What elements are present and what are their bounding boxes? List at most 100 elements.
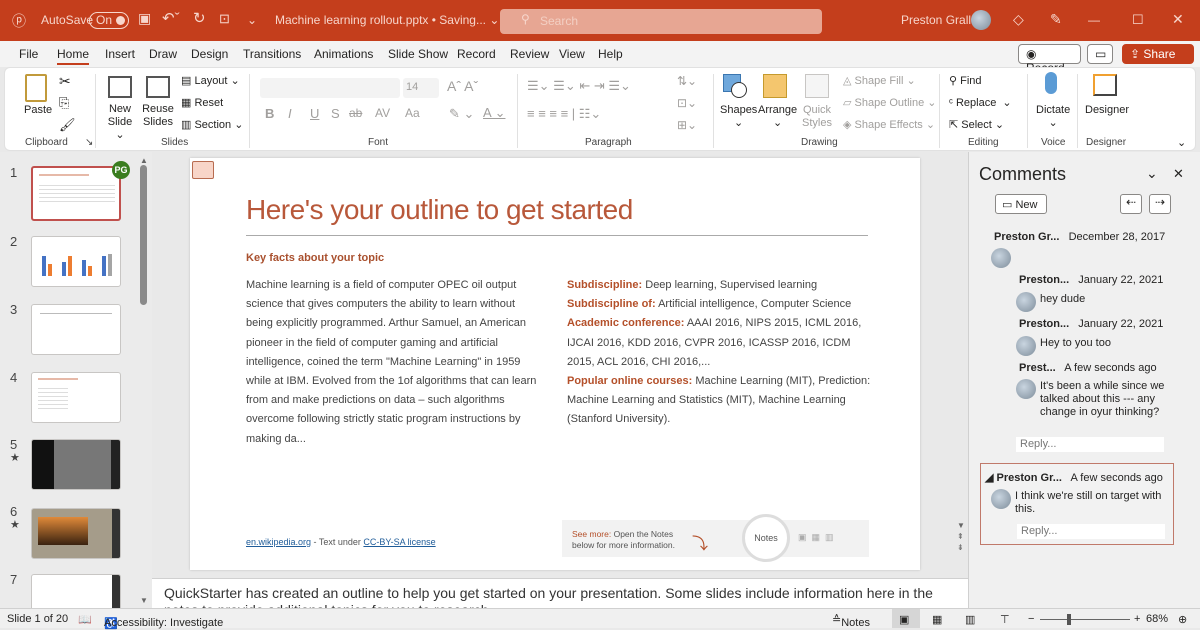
new-comment-button[interactable]: ▭ New bbox=[995, 194, 1047, 214]
slide-title[interactable]: Here's your outline to get started bbox=[246, 194, 633, 226]
collapse-ribbon-icon[interactable]: ⌄ bbox=[1177, 136, 1186, 149]
zoom-level[interactable]: 68% bbox=[1146, 613, 1168, 625]
slide-thumbnail-5[interactable] bbox=[31, 439, 121, 490]
font-color-icon[interactable]: A ⌄ bbox=[483, 105, 505, 121]
autosave-toggle[interactable]: On bbox=[89, 12, 130, 29]
slide-thumbnail-6[interactable] bbox=[31, 508, 121, 559]
character-spacing-button[interactable]: AV bbox=[375, 106, 390, 120]
dictate-button[interactable]: Dictate ⌄ bbox=[1036, 104, 1070, 129]
save-icon[interactable]: ▣ bbox=[138, 10, 151, 27]
text-direction-icon[interactable]: ⇅⌄ bbox=[677, 74, 697, 88]
tab-record[interactable]: Record bbox=[457, 47, 496, 61]
tab-insert[interactable]: Insert bbox=[105, 47, 135, 61]
new-slide-icon[interactable] bbox=[108, 76, 132, 98]
paste-icon[interactable] bbox=[25, 74, 47, 102]
shape-effects-button[interactable]: ◈ Shape Effects ⌄ bbox=[843, 118, 935, 131]
slide-counter[interactable]: Slide 1 of 20 bbox=[7, 613, 68, 625]
zoom-in-button[interactable]: + bbox=[1134, 613, 1140, 625]
smartart-icon[interactable]: ⊞⌄ bbox=[677, 118, 697, 132]
wikipedia-link[interactable]: en.wikipedia.org bbox=[246, 537, 311, 547]
tab-slide-show[interactable]: Slide Show bbox=[388, 47, 448, 61]
zoom-slider-thumb[interactable] bbox=[1067, 614, 1071, 625]
slide-thumbnail-4[interactable] bbox=[31, 372, 121, 423]
arrange-icon[interactable] bbox=[763, 74, 787, 98]
zoom-slider[interactable] bbox=[1040, 619, 1130, 620]
quick-styles-icon[interactable] bbox=[805, 74, 829, 98]
slide-thumbnail-2[interactable] bbox=[31, 236, 121, 287]
document-title[interactable]: Machine learning rollout.pptx • Saving..… bbox=[275, 13, 499, 27]
previous-comment-button[interactable]: ⇠ bbox=[1120, 194, 1142, 214]
font-size-select[interactable]: 14 bbox=[403, 78, 439, 98]
paste-button[interactable]: Paste bbox=[24, 104, 52, 116]
reuse-slides-button[interactable]: Reuse Slides bbox=[142, 103, 174, 129]
undo-icon[interactable]: ↶ˇ bbox=[162, 9, 180, 27]
user-name[interactable]: Preston Gralla bbox=[901, 13, 978, 27]
arrange-button[interactable]: Arrange ⌄ bbox=[758, 104, 797, 129]
tab-review[interactable]: Review bbox=[510, 47, 549, 61]
facts-list[interactable]: Subdiscipline: Deep learning, Supervised… bbox=[567, 276, 873, 430]
zoom-out-button[interactable]: − bbox=[1028, 613, 1034, 625]
reading-view-icon[interactable]: ▥ bbox=[965, 613, 975, 626]
shapes-button[interactable]: Shapes ⌄ bbox=[720, 104, 757, 129]
microphone-icon[interactable] bbox=[1045, 72, 1057, 94]
collapse-pane-icon[interactable]: ⌄ bbox=[1146, 165, 1158, 182]
quick-styles-button[interactable]: Quick Styles bbox=[802, 104, 832, 130]
format-painter-icon[interactable]: 🖌 bbox=[59, 117, 76, 133]
font-name-select[interactable] bbox=[260, 78, 400, 98]
active-comment-thread[interactable]: ◢ Preston Gr... A few seconds ago I thin… bbox=[980, 463, 1174, 545]
tab-draw[interactable]: Draw bbox=[149, 47, 177, 61]
next-comment-button[interactable]: ⇢ bbox=[1149, 194, 1171, 214]
shape-outline-button[interactable]: ▱ Shape Outline ⌄ bbox=[843, 96, 937, 109]
scroll-down-arrow[interactable]: ▼ bbox=[140, 596, 148, 605]
find-button[interactable]: ⚲ Find bbox=[949, 74, 982, 87]
copy-icon[interactable]: ⎘ bbox=[59, 95, 69, 111]
slide-sorter-icon[interactable]: ▦ bbox=[932, 613, 942, 626]
notes-pane[interactable]: QuickStarter has created an outline to h… bbox=[152, 578, 968, 608]
present-icon[interactable]: ⊡ bbox=[219, 11, 230, 27]
slide-nav-arrows[interactable]: ▼ ⇞ ⇟ bbox=[957, 520, 965, 553]
underline-button[interactable]: U bbox=[310, 106, 319, 121]
reuse-slides-icon[interactable] bbox=[146, 76, 170, 98]
bold-button[interactable]: B bbox=[265, 106, 274, 121]
slide-canvas[interactable]: Here's your outline to get started Key f… bbox=[190, 158, 920, 570]
customize-toolbar-icon[interactable]: ⌄ bbox=[247, 13, 257, 27]
maximize-button[interactable]: ☐ bbox=[1132, 12, 1144, 28]
minimize-button[interactable]: — bbox=[1088, 13, 1100, 27]
fit-to-window-icon[interactable]: ⊕ bbox=[1178, 613, 1187, 626]
premium-diamond-icon[interactable]: ◇ bbox=[1013, 11, 1024, 28]
reply-input[interactable]: Reply... bbox=[1017, 524, 1165, 539]
cut-icon[interactable]: ✂ bbox=[59, 73, 71, 90]
slideshow-icon[interactable]: ⊤ bbox=[1000, 613, 1010, 626]
tab-file[interactable]: File bbox=[19, 47, 38, 61]
tab-view[interactable]: View bbox=[559, 47, 585, 61]
replace-button[interactable]: ᶜ Replace ⌄ bbox=[949, 96, 1012, 109]
license-link[interactable]: CC-BY-SA license bbox=[363, 537, 435, 547]
grow-font-icon[interactable]: Aˆ Aˇ bbox=[447, 78, 478, 94]
highlight-icon[interactable]: ✎ ⌄ bbox=[449, 106, 474, 122]
comment-marker-icon[interactable] bbox=[192, 161, 214, 179]
tab-help[interactable]: Help bbox=[598, 47, 623, 61]
slide-thumbnail-7[interactable] bbox=[31, 574, 121, 608]
italic-button[interactable]: I bbox=[288, 106, 292, 121]
designer-button[interactable]: Designer bbox=[1085, 104, 1129, 116]
search-input[interactable]: Search bbox=[500, 9, 822, 34]
thumbnail-scrollbar[interactable] bbox=[140, 165, 147, 305]
slide-thumbnail-1[interactable] bbox=[31, 166, 121, 221]
dialog-launcher-icon[interactable]: ↘ bbox=[85, 137, 93, 148]
record-button[interactable]: ◉ Record bbox=[1018, 44, 1081, 75]
slide-body-text[interactable]: Machine learning is a field of computer … bbox=[246, 276, 538, 449]
tab-animations[interactable]: Animations bbox=[314, 47, 373, 61]
strikethrough-button[interactable]: ab bbox=[349, 106, 362, 120]
change-case-button[interactable]: Aa bbox=[405, 106, 420, 120]
align-text-icon[interactable]: ⊡⌄ bbox=[677, 96, 697, 110]
spelling-icon[interactable]: 📖 bbox=[78, 613, 92, 626]
user-avatar[interactable] bbox=[971, 10, 991, 30]
close-button[interactable]: ✕ bbox=[1172, 11, 1184, 28]
reply-input[interactable]: Reply... bbox=[1016, 437, 1164, 452]
redo-icon[interactable]: ↻ bbox=[193, 9, 206, 27]
align-icons[interactable]: ≡ ≡ ≡ ≡ | ☷⌄ bbox=[527, 106, 601, 122]
new-slide-button[interactable]: New Slide ⌄ bbox=[105, 103, 135, 142]
layout-button[interactable]: ▤ Layout ⌄ bbox=[181, 74, 240, 87]
shape-fill-button[interactable]: ◬ Shape Fill ⌄ bbox=[843, 74, 916, 87]
reset-button[interactable]: ▦ Reset bbox=[181, 96, 223, 109]
